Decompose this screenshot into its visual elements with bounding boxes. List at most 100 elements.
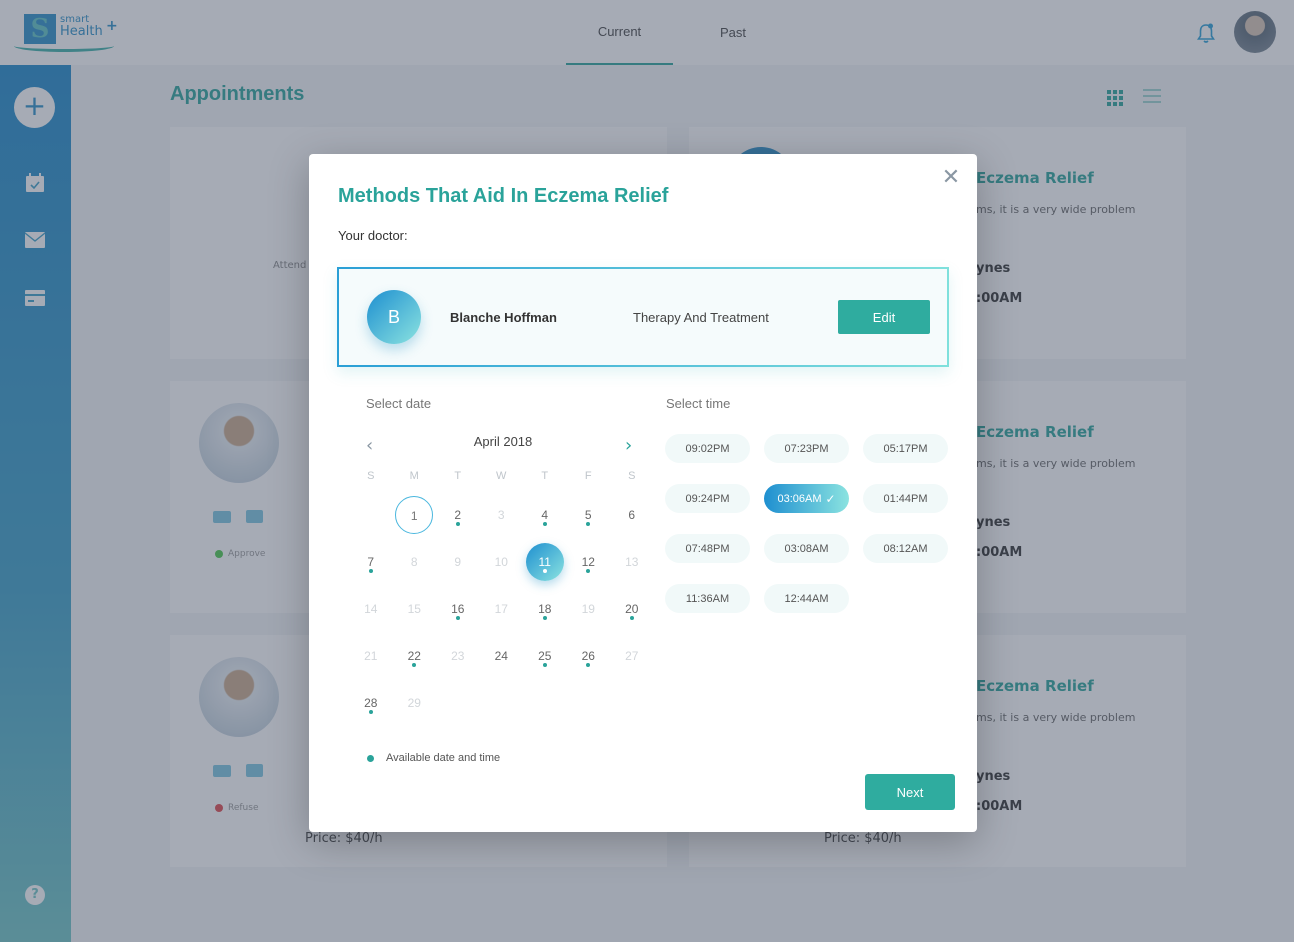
- time-slot-label: 09:02PM: [685, 442, 730, 455]
- prev-month-icon[interactable]: ‹: [366, 435, 373, 456]
- doctor-specialty: Therapy And Treatment: [633, 310, 769, 325]
- time-slot-label: 05:17PM: [883, 442, 928, 455]
- available-dot-icon: [368, 710, 373, 714]
- day-number: 19: [581, 602, 595, 616]
- day-number: 2: [454, 508, 462, 522]
- select-date-label: Select date: [366, 396, 432, 411]
- day-number: 28: [364, 696, 378, 710]
- time-slot[interactable]: 07:48PM: [665, 534, 750, 563]
- calendar-day[interactable]: 16: [436, 590, 480, 637]
- doctor-card: B Blanche Hoffman Therapy And Treatment …: [337, 267, 949, 367]
- calendar-day[interactable]: 15: [393, 590, 437, 637]
- calendar-day[interactable]: 10: [480, 543, 524, 590]
- calendar-day[interactable]: 1: [393, 496, 437, 543]
- time-slot-label: 12:44AM: [784, 592, 829, 605]
- time-slot-selected[interactable]: 03:06AM ✓: [764, 484, 849, 513]
- available-dot-icon: [455, 522, 460, 526]
- day-number: 16: [451, 602, 465, 616]
- checkmark-icon: ✓: [825, 491, 836, 506]
- calendar-day[interactable]: 17: [480, 590, 524, 637]
- next-button[interactable]: Next: [865, 774, 955, 810]
- calendar-day[interactable]: 3: [480, 496, 524, 543]
- calendar-grid: S M T W T F S 1 2 3 4 5 6 7 8 9 10 11 12 13 14 15 16 17 18 19 20 21…: [349, 470, 654, 731]
- calendar-day[interactable]: 13: [610, 543, 654, 590]
- calendar-day[interactable]: 9: [436, 543, 480, 590]
- available-dot-icon: [542, 569, 547, 573]
- calendar-day[interactable]: 5: [567, 496, 611, 543]
- day-number: 25: [538, 649, 552, 663]
- weekday-header: W: [496, 470, 507, 482]
- doctor-initial-avatar: B: [367, 290, 421, 344]
- calendar-day[interactable]: 19: [567, 590, 611, 637]
- calendar-day[interactable]: 4: [523, 496, 567, 543]
- calendar-day[interactable]: 21: [349, 637, 393, 684]
- day-number: 23: [451, 649, 465, 663]
- time-slot[interactable]: 07:23PM: [764, 434, 849, 463]
- day-number: 22: [407, 649, 421, 663]
- time-slot[interactable]: 05:17PM: [863, 434, 948, 463]
- calendar-day-selected[interactable]: 11: [523, 543, 567, 590]
- calendar-blank-cell: [349, 496, 393, 543]
- time-slot[interactable]: 11:36AM: [665, 584, 750, 613]
- day-number: 15: [407, 602, 421, 616]
- weekday-header: M: [409, 470, 419, 482]
- weekday-header: S: [367, 470, 375, 482]
- day-number: 5: [584, 508, 592, 522]
- calendar-day[interactable]: 27: [610, 637, 654, 684]
- weekday-header: T: [454, 470, 462, 482]
- calendar-day[interactable]: 29: [393, 684, 437, 731]
- time-slot-label: 07:23PM: [784, 442, 829, 455]
- modal-title: Methods That Aid In Eczema Relief: [338, 185, 669, 207]
- day-number: 13: [625, 555, 639, 569]
- time-slot[interactable]: 09:24PM: [665, 484, 750, 513]
- availability-legend: Available date and time: [367, 752, 500, 764]
- calendar-day[interactable]: 26: [567, 637, 611, 684]
- calendar-day[interactable]: 7: [349, 543, 393, 590]
- edit-doctor-button[interactable]: Edit: [838, 300, 930, 334]
- calendar-day[interactable]: 2: [436, 496, 480, 543]
- time-slot-label: 03:06AM: [777, 492, 822, 505]
- calendar-day[interactable]: 22: [393, 637, 437, 684]
- time-slot[interactable]: 09:02PM: [665, 434, 750, 463]
- available-dot-icon: [455, 616, 460, 620]
- day-number: 14: [364, 602, 378, 616]
- calendar-day[interactable]: 25: [523, 637, 567, 684]
- day-number: 20: [625, 602, 639, 616]
- day-number: 6: [628, 508, 636, 522]
- calendar-day[interactable]: 6: [610, 496, 654, 543]
- calendar-day[interactable]: 12: [567, 543, 611, 590]
- calendar-day[interactable]: 8: [393, 543, 437, 590]
- available-dot-icon: [367, 754, 374, 762]
- doctor-label: Your doctor:: [338, 228, 408, 243]
- day-number: 24: [494, 649, 508, 663]
- available-dot-icon: [629, 616, 634, 620]
- day-number: 1: [395, 496, 434, 534]
- day-number: 12: [581, 555, 595, 569]
- select-time-label: Select time: [666, 396, 731, 411]
- next-month-icon[interactable]: ›: [625, 435, 632, 456]
- calendar-day[interactable]: 23: [436, 637, 480, 684]
- day-number: 4: [541, 508, 549, 522]
- weekday-header: S: [628, 470, 636, 482]
- available-dot-icon: [542, 522, 547, 526]
- day-number: 29: [407, 696, 421, 710]
- calendar-day[interactable]: 20: [610, 590, 654, 637]
- time-slot[interactable]: 12:44AM: [764, 584, 849, 613]
- day-number: 27: [625, 649, 639, 663]
- day-number: 7: [367, 555, 375, 569]
- time-slot[interactable]: 08:12AM: [863, 534, 948, 563]
- time-slot[interactable]: 03:08AM: [764, 534, 849, 563]
- available-dot-icon: [368, 569, 373, 573]
- calendar-day[interactable]: 18: [523, 590, 567, 637]
- doctor-name: Blanche Hoffman: [450, 310, 557, 325]
- calendar-day[interactable]: 28: [349, 684, 393, 731]
- calendar-day[interactable]: 24: [480, 637, 524, 684]
- time-slot[interactable]: 01:44PM: [863, 484, 948, 513]
- available-dot-icon: [542, 616, 547, 620]
- day-number: 3: [497, 508, 505, 522]
- close-icon[interactable]: ✕: [941, 167, 961, 189]
- day-number: 21: [364, 649, 378, 663]
- day-number: 18: [538, 602, 552, 616]
- weekday-header: T: [541, 470, 549, 482]
- calendar-day[interactable]: 14: [349, 590, 393, 637]
